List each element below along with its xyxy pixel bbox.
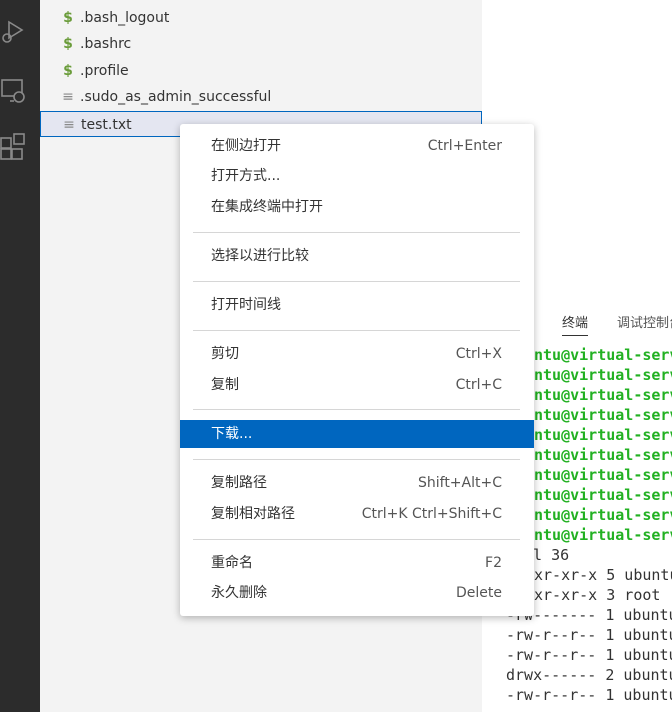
menu-item-open-timeline[interactable]: 打开时间线 [180,291,534,319]
menu-item-label: 永久删除 [211,585,267,601]
menu-item-label: 重命名 [211,555,253,571]
menu-item-label: 在侧边打开 [211,138,281,154]
menu-separator [193,409,520,410]
menu-item-label: 下载... [211,426,253,442]
shell-dollar-icon: $ [63,36,73,52]
menu-item-download[interactable]: 下载... [180,420,534,448]
menu-item-copy[interactable]: 复制 Ctrl+C [180,371,534,399]
file-item[interactable]: $ .bashrc [40,31,482,57]
menu-separator [193,232,520,233]
shell-dollar-icon: $ [63,10,73,26]
menu-item-select-for-compare[interactable]: 选择以进行比较 [180,242,534,270]
terminal-line: drwx------ 2 ubuntu [506,666,672,684]
menu-item-delete-permanently[interactable]: 永久删除 Delete [180,579,534,607]
menu-item-label: 复制 [211,377,239,393]
menu-item-shortcut: Shift+Alt+C [417,475,502,491]
activity-bar [0,0,40,712]
menu-item-shortcut: Ctrl+C [455,377,502,393]
menu-separator [193,281,520,282]
menu-item-label: 复制相对路径 [211,506,295,522]
menu-item-open-to-side[interactable]: 在侧边打开 Ctrl+Enter [180,132,534,160]
context-menu: 在侧边打开 Ctrl+Enter 打开方式... 在集成终端中打开 选择以进行比… [180,124,534,616]
menu-item-shortcut: Ctrl+X [455,346,502,362]
tab-debug-console[interactable]: 调试控制台 [617,312,672,331]
menu-item-label: 在集成终端中打开 [211,199,323,215]
menu-item-copy-relative-path[interactable]: 复制相对路径 Ctrl+K Ctrl+Shift+C [180,500,534,528]
text-file-icon: ≡ [63,117,75,133]
menu-item-label: 选择以进行比较 [211,248,309,264]
menu-item-label: 打开时间线 [211,297,281,313]
file-name: .profile [80,63,129,79]
remote-explorer-icon[interactable] [0,72,40,112]
menu-item-cut[interactable]: 剪切 Ctrl+X [180,340,534,368]
menu-item-label: 复制路径 [211,475,267,491]
file-item[interactable]: $ .bash_logout [40,5,482,31]
menu-item-label: 打开方式... [211,168,281,184]
text-file-icon: ≡ [62,89,74,105]
file-name: .bashrc [80,36,132,52]
menu-item-copy-path[interactable]: 复制路径 Shift+Alt+C [180,469,534,497]
menu-separator [193,459,520,460]
menu-item-label: 剪切 [211,346,239,362]
file-name: .sudo_as_admin_successful [80,89,272,105]
menu-item-shortcut: Ctrl+Enter [427,138,502,154]
menu-separator [193,539,520,540]
menu-item-shortcut: Delete [456,585,502,601]
shell-dollar-icon: $ [63,63,73,79]
terminal-line: -rw-r--r-- 1 ubuntu [506,646,672,664]
extensions-icon[interactable] [0,128,40,168]
file-item[interactable]: ≡ .sudo_as_admin_successful [40,84,482,110]
menu-separator [193,330,520,331]
file-name: test.txt [81,117,132,133]
menu-item-shortcut: Ctrl+K Ctrl+Shift+C [361,506,502,522]
menu-item-rename[interactable]: 重命名 F2 [180,549,534,577]
run-debug-icon[interactable] [0,8,40,48]
menu-item-open-in-terminal[interactable]: 在集成终端中打开 [180,193,534,221]
terminal-line: -rw-r--r-- 1 ubuntu [506,686,672,704]
menu-item-open-with[interactable]: 打开方式... [180,162,534,190]
file-item[interactable]: $ .profile [40,58,482,84]
menu-item-shortcut: F2 [485,555,502,571]
terminal-line: -rw-r--r-- 1 ubuntu [506,626,672,644]
tab-terminal[interactable]: 终端 [562,312,589,336]
file-name: .bash_logout [80,10,170,26]
